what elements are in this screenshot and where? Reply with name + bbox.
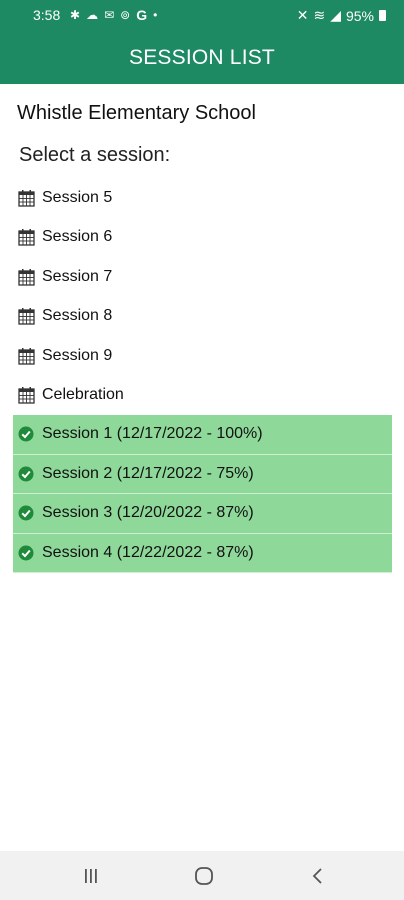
school-name: Whistle Elementary School <box>17 102 256 124</box>
cloud-icon: ☁ <box>86 8 99 22</box>
session-label: Session 6 <box>42 228 113 246</box>
check-circle-icon <box>18 426 34 442</box>
status-bar: 3:58 ✱ ☁ ✉ ⊚ G • ✕ ≋ ◢ 95% <box>0 0 404 31</box>
session-item[interactable]: Session 3 (12/20/2022 - 87%) <box>13 494 392 534</box>
calendar-icon <box>18 307 35 325</box>
calendar-icon <box>18 228 35 246</box>
session-item[interactable]: Session 8 <box>13 297 392 337</box>
session-label: Session 4 (12/22/2022 - 87%) <box>42 543 254 561</box>
session-label: Session 5 <box>42 188 113 206</box>
calendar-icon <box>18 268 35 286</box>
session-item[interactable]: Session 7 <box>13 257 392 297</box>
calendar-icon <box>18 386 35 404</box>
system-icons: ✕ ≋ ◢ 95% <box>297 7 386 24</box>
signal-icon: ◢ <box>330 7 341 23</box>
session-label: Session 2 (12/17/2022 - 75%) <box>42 464 254 482</box>
notification-icons: ✱ ☁ ✉ ⊚ G • <box>70 7 157 23</box>
wifi-icon: ≋ <box>313 7 326 23</box>
app-screen: 3:58 ✱ ☁ ✉ ⊚ G • ✕ ≋ ◢ 95% SESSION LIST … <box>0 0 404 900</box>
session-item[interactable]: Session 5 <box>13 178 392 218</box>
calendar-icon <box>18 347 35 365</box>
status-time: 3:58 <box>33 7 61 23</box>
session-label: Session 1 (12/17/2022 - 100%) <box>42 425 263 443</box>
system-nav-bar <box>0 851 404 900</box>
recent-apps-icon <box>85 869 97 883</box>
session-item[interactable]: Session 1 (12/17/2022 - 100%) <box>13 415 392 455</box>
session-label: Session 8 <box>42 307 113 325</box>
session-label: Session 3 (12/20/2022 - 87%) <box>42 504 254 522</box>
session-label: Session 7 <box>42 267 113 285</box>
google-icon: G <box>136 7 148 23</box>
check-circle-icon <box>18 545 34 561</box>
session-label: Session 9 <box>42 346 113 364</box>
session-item[interactable]: Celebration <box>13 376 392 416</box>
session-list: Session 5 Session 6 Session 7 Session 8 Sess… <box>13 178 392 573</box>
dot-icon: • <box>153 8 158 22</box>
session-item[interactable]: Session 6 <box>13 218 392 258</box>
page-title: SESSION LIST <box>129 45 275 69</box>
mute-icon: ✕ <box>296 7 309 23</box>
session-item[interactable]: Session 4 (12/22/2022 - 87%) <box>13 533 392 573</box>
check-circle-icon <box>18 505 34 521</box>
session-item[interactable]: Session 9 <box>13 336 392 376</box>
check-circle-icon <box>18 466 34 482</box>
back-icon <box>312 868 322 884</box>
battery-percent: 95% <box>345 7 374 24</box>
sync-icon: ⊚ <box>120 8 131 22</box>
mail-icon: ✉ <box>104 8 115 22</box>
recent-apps-button[interactable] <box>78 865 104 887</box>
settings-icon: ✱ <box>70 8 81 22</box>
select-prompt: Select a session: <box>19 144 171 166</box>
session-label: Celebration <box>42 386 124 404</box>
home-icon <box>195 867 213 885</box>
back-button[interactable] <box>305 865 331 887</box>
battery-icon <box>379 10 386 21</box>
app-header: SESSION LIST <box>0 31 404 84</box>
calendar-icon <box>18 189 35 207</box>
session-item[interactable]: Session 2 (12/17/2022 - 75%) <box>13 454 392 494</box>
home-button[interactable] <box>191 865 217 887</box>
